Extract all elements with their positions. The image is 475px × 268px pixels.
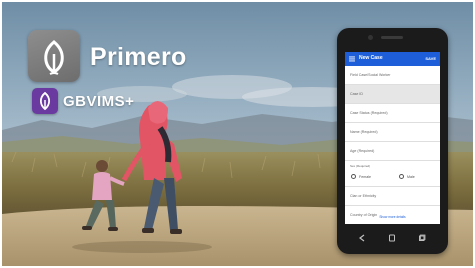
app-bar: New Case SAVE <box>345 52 440 66</box>
phone-device: New Case SAVE Field Case/Social Worker C… <box>337 28 448 254</box>
phone-nav-bar <box>337 231 448 245</box>
phone-screen: New Case SAVE Field Case/Social Worker C… <box>345 52 440 224</box>
field-label: Name (Required) <box>350 130 378 134</box>
field-label: Age (Required) <box>350 149 375 153</box>
radio-female[interactable]: Female <box>351 174 371 179</box>
leaf-icon <box>44 40 64 75</box>
app-name: Primero <box>90 43 187 71</box>
field-label: Case Status (Required) <box>350 111 388 115</box>
radio-male[interactable]: Male <box>399 174 415 179</box>
field-label: Clan or Ethnicity <box>350 194 377 198</box>
field-name[interactable]: Name (Required) <box>345 123 440 142</box>
field-case-id: Case ID <box>345 85 440 104</box>
video-frame: Primero GBVIMS+ New Case SAVE Field Case… <box>2 2 473 266</box>
radio-label: Female <box>359 174 371 179</box>
radio-circle-icon <box>399 174 404 179</box>
field-case-worker[interactable]: Field Case/Social Worker <box>345 66 440 85</box>
phone-camera <box>368 35 373 40</box>
gbv-leaf-icon <box>39 91 51 111</box>
menu-icon[interactable] <box>349 56 355 62</box>
save-button[interactable]: SAVE <box>425 56 436 61</box>
gbvims-logo <box>32 88 58 114</box>
field-clan-ethnicity[interactable]: Clan or Ethnicity <box>345 187 440 206</box>
radio-label: Male <box>407 174 415 179</box>
home-icon[interactable] <box>387 233 397 243</box>
field-sex: Sex (Required) Female Male <box>345 161 440 187</box>
phone-speaker <box>381 36 403 39</box>
field-label: Field Case/Social Worker <box>350 73 391 77</box>
recent-apps-icon[interactable] <box>417 233 427 243</box>
field-age[interactable]: Age (Required) <box>345 142 440 161</box>
back-icon[interactable] <box>357 233 367 243</box>
module-name: GBVIMS+ <box>63 93 135 110</box>
field-case-status[interactable]: Case Status (Required) <box>345 104 440 123</box>
show-more-link[interactable]: Show more details <box>345 215 440 224</box>
primero-logo <box>28 30 80 82</box>
app-bar-title: New Case <box>359 55 383 61</box>
field-label: Case ID <box>350 92 363 96</box>
radio-circle-icon <box>351 174 356 179</box>
field-label: Sex (Required) <box>350 164 371 168</box>
